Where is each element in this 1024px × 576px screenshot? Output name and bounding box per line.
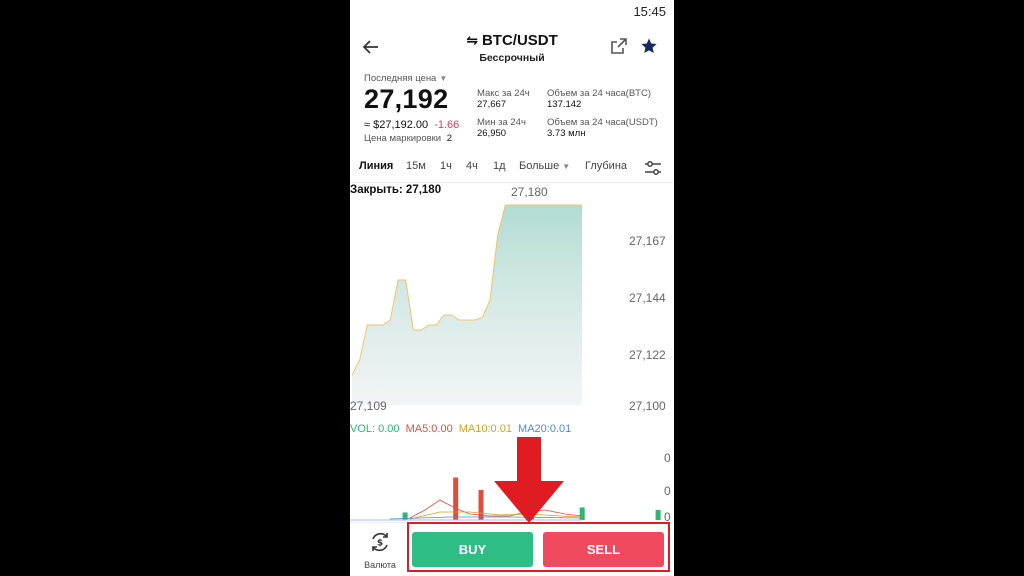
y-tick: 27,100 <box>629 399 666 413</box>
tab-depth[interactable]: Глубина <box>585 160 627 172</box>
vol-usdt-value: 3.73 млн <box>547 128 586 139</box>
usd-price-row: ≈ $27,192.00 -1.66 <box>364 119 459 131</box>
divider <box>350 182 674 183</box>
tab-4h[interactable]: 4ч <box>466 160 478 172</box>
y-tick: 27,144 <box>629 291 666 305</box>
mark-price-row: Цена маркировки 2 <box>364 133 453 144</box>
pair-label: BTC/USDT <box>481 32 558 49</box>
currency-swap-icon: $ <box>372 532 388 552</box>
ma10-indicator: MA10:0.01 <box>458 423 512 435</box>
tab-line[interactable]: Линия <box>359 160 393 172</box>
price-area <box>352 205 582 405</box>
status-time: 15:45 <box>633 4 666 19</box>
mark-price: 2 <box>446 133 453 144</box>
highlight-box-annotation <box>407 522 670 572</box>
close-label: Закрыть: 27,180 <box>350 184 442 196</box>
ma5-indicator: MA5:0.00 <box>405 423 453 435</box>
usd-price: ≈ $27,192.00 <box>364 119 429 131</box>
y-tick: 27,167 <box>629 234 666 248</box>
svg-text:$: $ <box>377 539 383 549</box>
sliders-icon[interactable] <box>644 160 662 176</box>
red-arrow-annotation <box>494 437 564 523</box>
tab-15m[interactable]: 15м <box>406 160 426 172</box>
tab-1h[interactable]: 1ч <box>440 160 452 172</box>
chevron-down-icon: ▼ <box>439 74 448 83</box>
volume-bar <box>655 510 661 520</box>
vol-btc-value: 137.142 <box>547 99 582 110</box>
swap-icon: ⇋ <box>466 32 478 48</box>
high-value: 27,667 <box>477 99 507 110</box>
tab-1d[interactable]: 1д <box>493 160 506 172</box>
price-chart[interactable] <box>350 200 674 420</box>
chevron-down-icon: ▼ <box>562 162 571 171</box>
vol-btc-label: Объем за 24 часа(BTC) <box>547 88 651 99</box>
currency-label: Валюта <box>364 560 396 570</box>
last-price-label[interactable]: Последняя цена ▼ <box>364 73 447 84</box>
star-icon[interactable] <box>640 37 658 55</box>
currency-button[interactable]: $ Валюта <box>354 531 406 571</box>
tab-more[interactable]: Больше ▼ <box>519 160 570 172</box>
low-label: Мин за 24ч <box>477 117 526 128</box>
price-change: -1.66 <box>434 119 460 131</box>
last-price: 27,192 <box>364 84 449 114</box>
vol-indicator: VOL: 0.00 <box>350 423 400 435</box>
ma20-indicator: MA20:0.01 <box>518 423 572 435</box>
max-label: 27,180 <box>511 185 548 199</box>
indicator-row: VOL: 0.00 MA5:0.00 MA10:0.01 MA20:0.01 <box>350 423 571 435</box>
vol-usdt-label: Объем за 24 часа(USDT) <box>547 117 658 128</box>
min-label: 27,109 <box>350 399 387 413</box>
share-icon[interactable] <box>611 38 627 54</box>
low-value: 26,950 <box>477 128 507 139</box>
y-tick: 27,122 <box>629 348 666 362</box>
volume-bar <box>453 477 459 520</box>
interval-tabs: Линия 15м 1ч 4ч 1д Больше ▼ Глубина <box>350 160 674 180</box>
high-label: Макс за 24ч <box>477 88 530 99</box>
